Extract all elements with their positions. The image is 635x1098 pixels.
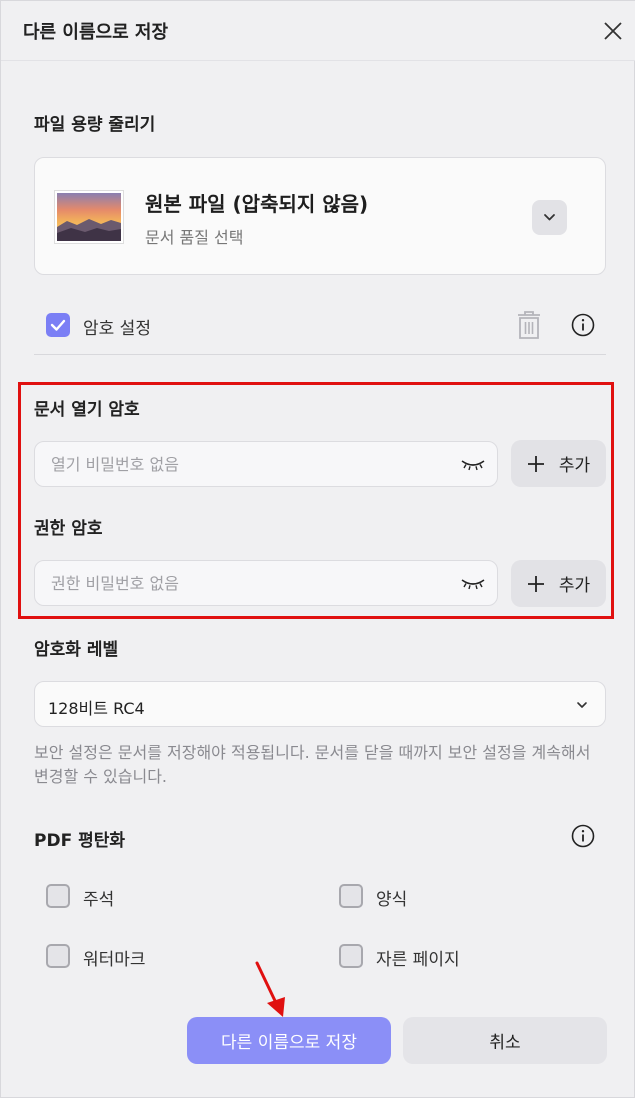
dialog-title: 다른 이름으로 저장 [23, 22, 169, 43]
quality-title: 원본 파일 (압축되지 않음) [145, 192, 369, 216]
password-checkbox[interactable] [46, 313, 70, 337]
flatten-forms-label: 양식 [376, 890, 408, 910]
plus-icon [527, 455, 544, 472]
plus-icon [527, 575, 544, 592]
red-arrow-annotation [255, 961, 285, 1017]
delete-password-button[interactable] [514, 309, 544, 345]
check-icon [50, 319, 66, 331]
chevron-down-icon [544, 214, 555, 221]
add-label: 추가 [558, 576, 591, 596]
cancel-button[interactable]: 취소 [403, 1017, 607, 1064]
eye-closed-icon[interactable] [459, 457, 487, 473]
close-button[interactable] [597, 15, 629, 47]
flatten-annotations-label: 주석 [83, 890, 115, 910]
flatten-cropped-pages-label: 자른 페이지 [376, 950, 460, 970]
flatten-watermark-label: 워터마크 [83, 950, 146, 970]
compress-section-label: 파일 용량 줄리기 [34, 115, 156, 135]
password-checkbox-label: 암호 설정 [83, 319, 151, 339]
title-bar: 다른 이름으로 저장 [1, 1, 635, 61]
encryption-level-value: 128비트 RC4 [48, 699, 145, 718]
info-icon [571, 313, 595, 337]
permission-password-input[interactable] [34, 560, 498, 606]
flatten-label: PDF 평탄화 [34, 831, 126, 851]
quality-dropdown-button[interactable] [532, 200, 567, 235]
add-label: 추가 [558, 456, 591, 476]
encryption-level-select[interactable]: 128비트 RC4 [34, 681, 606, 727]
close-icon [604, 22, 622, 40]
flatten-watermark-checkbox[interactable] [46, 944, 70, 968]
encryption-help-text: 보안 설정은 문서를 저장해야 적용됩니다. 문서를 닫을 때까지 보안 설정을… [34, 743, 591, 786]
password-info-button[interactable] [571, 313, 595, 341]
permission-password-label: 권한 암호 [34, 519, 103, 539]
encryption-level-label: 암호화 레벨 [34, 640, 119, 660]
add-open-password-button[interactable]: 추가 [511, 440, 606, 487]
flatten-forms-checkbox[interactable] [339, 884, 363, 908]
document-thumbnail [55, 191, 123, 243]
eye-closed-icon[interactable] [459, 576, 487, 592]
quality-selector[interactable]: 원본 파일 (압축되지 않음) 문서 품질 선택 [34, 157, 606, 275]
quality-subtitle: 문서 품질 선택 [145, 228, 244, 247]
flatten-annotations-checkbox[interactable] [46, 884, 70, 908]
info-icon [571, 824, 595, 848]
section-divider [34, 354, 606, 355]
open-password-label: 문서 열기 암호 [34, 400, 140, 420]
save-as-button[interactable]: 다른 이름으로 저장 [187, 1017, 391, 1064]
add-permission-password-button[interactable]: 추가 [511, 560, 606, 607]
trash-icon [518, 311, 540, 339]
save-as-dialog: 다른 이름으로 저장 파일 용량 줄리기 원본 파일 (압축되지 않음) 문서 … [0, 0, 635, 1098]
open-password-input[interactable] [34, 441, 498, 487]
chevron-down-icon [577, 702, 587, 708]
flatten-cropped-pages-checkbox[interactable] [339, 944, 363, 968]
flatten-info-button[interactable] [571, 824, 595, 852]
